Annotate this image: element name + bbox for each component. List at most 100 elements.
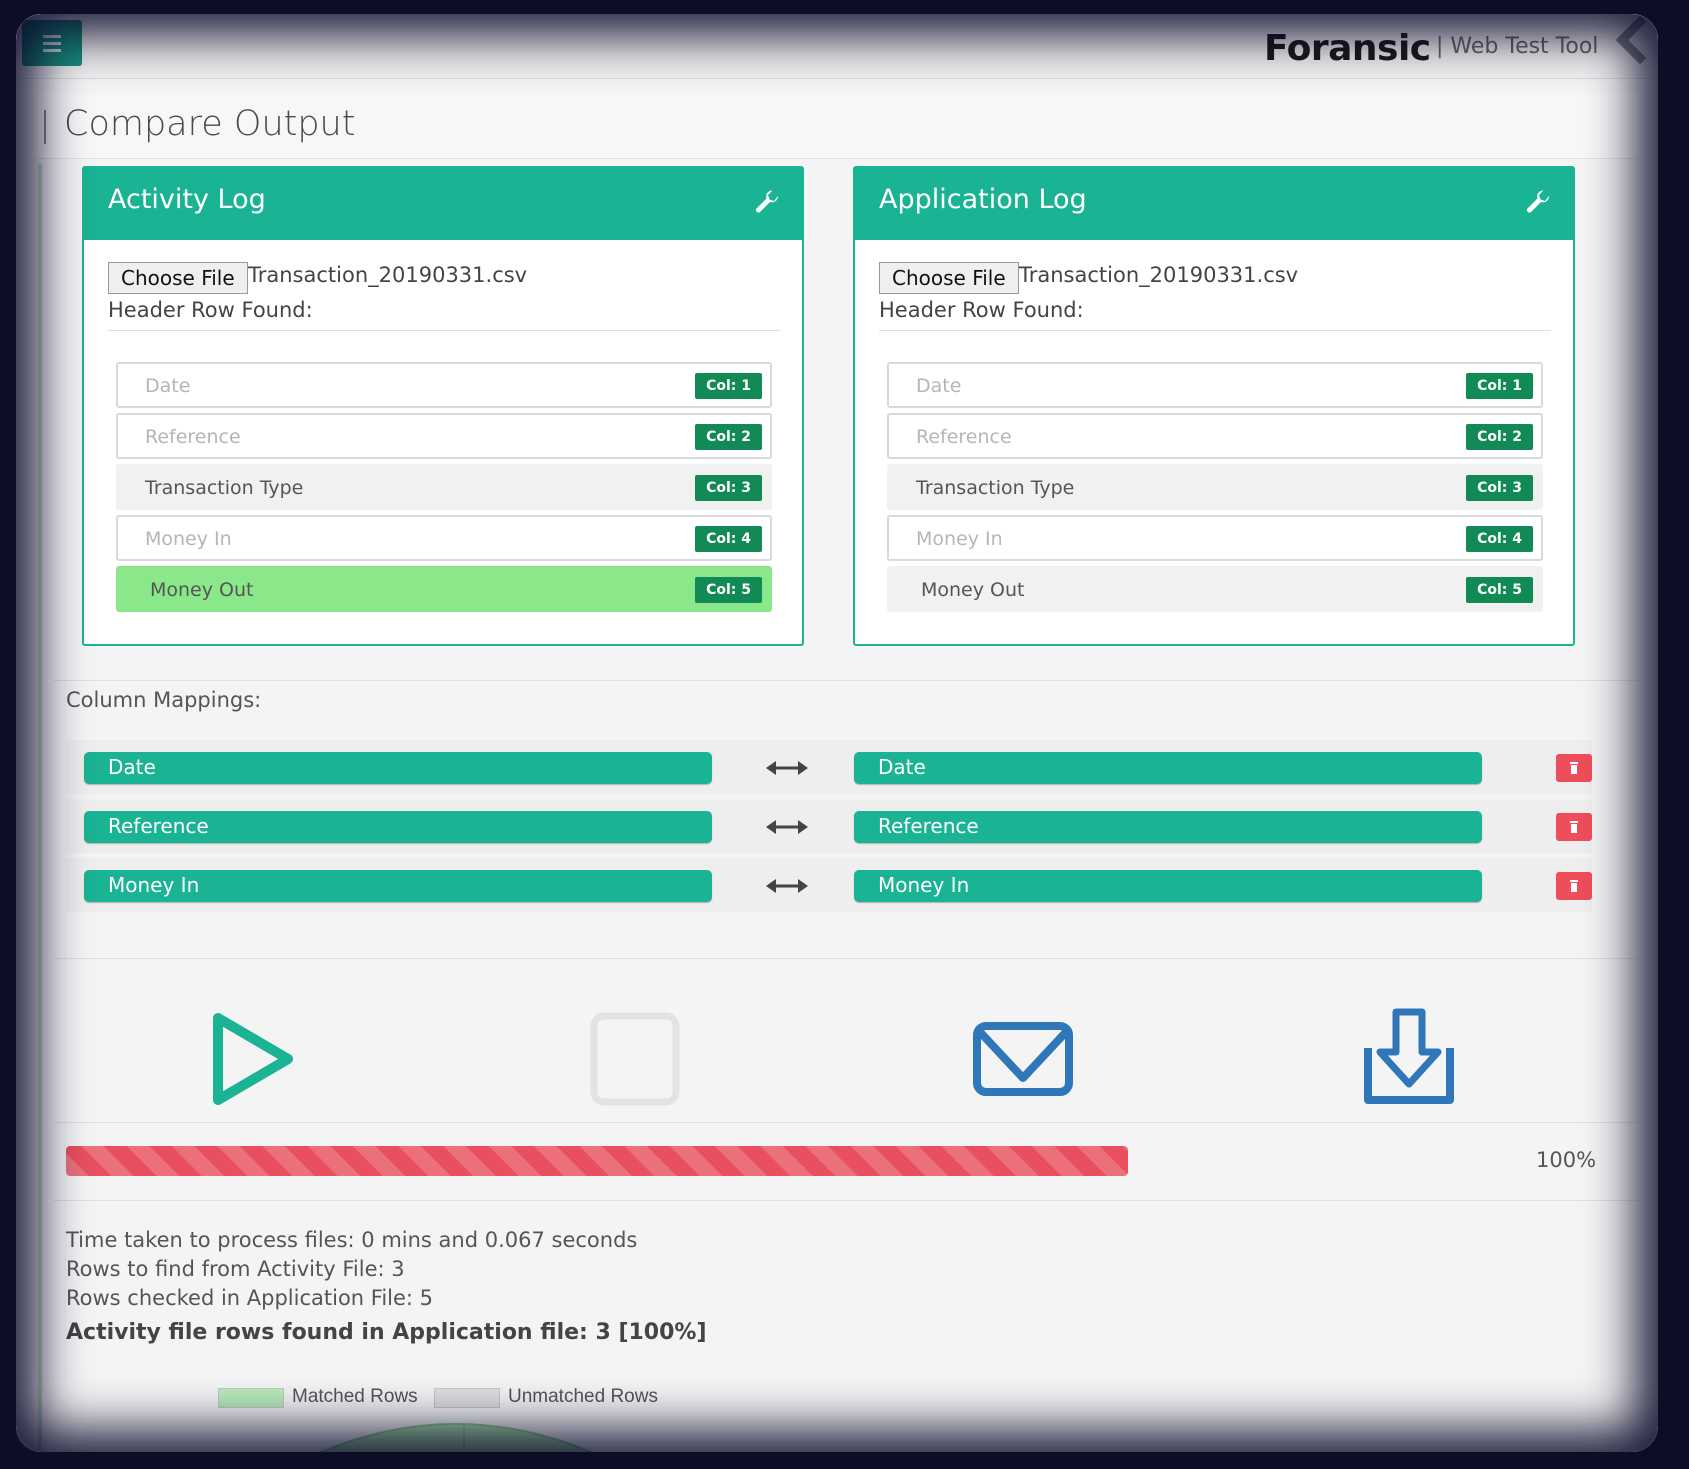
double-arrow-icon (766, 879, 808, 893)
mapping-right[interactable]: Money In (854, 870, 1482, 902)
column-badge: Col: 3 (1466, 475, 1533, 501)
column-label: Money Out (921, 579, 1025, 601)
column-list: Date Col: 1 Reference Col: 2 Transaction… (116, 362, 772, 617)
column-mappings-label: Column Mappings: (66, 688, 262, 712)
rows-checked-text: Rows checked in Application File: 5 (66, 1286, 434, 1310)
header-row-label: Header Row Found: (108, 298, 313, 322)
column-item-money-out[interactable]: Money Out Col: 5 (116, 566, 772, 612)
divider (54, 680, 1638, 681)
wrench-icon[interactable] (754, 190, 780, 216)
mapping-right-label: Reference (878, 814, 979, 838)
wrench-icon[interactable] (1525, 190, 1551, 216)
time-taken-text: Time taken to process files: 0 mins and … (66, 1228, 638, 1252)
column-badge: Col: 4 (695, 526, 762, 552)
hamburger-icon-line (43, 49, 61, 52)
hamburger-icon-line (43, 42, 61, 45)
delete-mapping-button[interactable] (1556, 754, 1592, 782)
rows-to-find-text: Rows to find from Activity File: 3 (66, 1257, 405, 1281)
legend-swatch (218, 1388, 284, 1408)
double-arrow-icon (766, 761, 808, 775)
column-item-date[interactable]: Date Col: 1 (887, 362, 1543, 408)
mapping-row: Reference Reference (66, 799, 1592, 853)
column-badge: Col: 1 (1466, 373, 1533, 399)
mapping-right[interactable]: Reference (854, 811, 1482, 843)
progress-bar (66, 1146, 1642, 1176)
download-icon[interactable] (1354, 1004, 1464, 1114)
column-label: Money Out (150, 579, 254, 601)
column-label: Date (916, 375, 962, 397)
delete-mapping-button[interactable] (1556, 872, 1592, 900)
header-row-label: Header Row Found: (879, 298, 1084, 322)
stop-icon[interactable] (580, 1004, 690, 1114)
tool-label: | Web Test Tool (1436, 34, 1599, 59)
trash-icon (1570, 821, 1578, 833)
mapping-left[interactable]: Date (84, 752, 712, 784)
title-divider (44, 110, 46, 144)
column-label: Date (145, 375, 191, 397)
mapping-right[interactable]: Date (854, 752, 1482, 784)
chevron-left-icon[interactable] (1612, 16, 1652, 72)
double-arrow-icon (766, 820, 808, 834)
play-icon[interactable] (196, 1004, 306, 1114)
trash-icon (1570, 880, 1578, 892)
choose-file-button[interactable]: Choose File (108, 262, 248, 294)
legend-label: Matched Rows (292, 1386, 418, 1407)
page-header: Compare Output (34, 94, 1638, 159)
column-badge: Col: 2 (1466, 424, 1533, 450)
column-label: Transaction Type (145, 477, 304, 499)
column-badge: Col: 5 (695, 577, 762, 603)
trash-icon (1570, 762, 1578, 774)
mapping-row: Date Date (66, 740, 1592, 794)
rows-found-summary: Activity file rows found in Application … (66, 1320, 707, 1345)
column-badge: Col: 3 (695, 475, 762, 501)
mapping-right-label: Date (878, 755, 926, 779)
mapping-left[interactable]: Reference (84, 811, 712, 843)
divider (108, 330, 780, 331)
progress-fill (66, 1146, 1128, 1176)
column-badge: Col: 1 (695, 373, 762, 399)
divider (54, 1122, 1638, 1123)
column-item-transaction-type[interactable]: Transaction Type Col: 3 (116, 464, 772, 510)
mapping-left[interactable]: Money In (84, 870, 712, 902)
results-pie-chart (319, 1423, 593, 1452)
column-item-money-out[interactable]: Money Out Col: 5 (887, 566, 1543, 612)
brand-logo: Foransic (1264, 28, 1431, 69)
hamburger-icon (43, 35, 61, 38)
legend-label: Unmatched Rows (508, 1386, 658, 1407)
column-label: Money In (145, 528, 232, 550)
panel-header: Activity Log (84, 168, 802, 240)
progress-percent: 100% (1536, 1148, 1597, 1172)
column-item-reference[interactable]: Reference Col: 2 (887, 413, 1543, 459)
column-item-money-in[interactable]: Money In Col: 4 (116, 515, 772, 561)
column-item-date[interactable]: Date Col: 1 (116, 362, 772, 408)
mapping-left-label: Reference (108, 814, 209, 838)
column-label: Reference (145, 426, 241, 448)
mapping-left-label: Money In (108, 873, 200, 897)
panel-header: Application Log (855, 168, 1573, 240)
file-name: Transaction_20190331.csv (248, 263, 528, 287)
menu-button[interactable] (22, 20, 82, 66)
mapping-row: Money In Money In (66, 858, 1592, 912)
column-badge: Col: 2 (695, 424, 762, 450)
top-navbar: Foransic | Web Test Tool (16, 14, 1658, 79)
divider (54, 958, 1638, 959)
page-title: Compare Output (64, 104, 356, 144)
column-item-transaction-type[interactable]: Transaction Type Col: 3 (887, 464, 1543, 510)
column-list: Date Col: 1 Reference Col: 2 Transaction… (887, 362, 1543, 617)
column-item-reference[interactable]: Reference Col: 2 (116, 413, 772, 459)
mapping-right-label: Money In (878, 873, 970, 897)
email-icon[interactable] (968, 1004, 1078, 1114)
divider (879, 330, 1551, 331)
left-rail (38, 164, 42, 1452)
divider (54, 1200, 1638, 1201)
panel-title: Application Log (879, 184, 1087, 215)
activity-log-panel: Activity Log Choose File Transaction_201… (82, 166, 804, 646)
app-screen: Foransic | Web Test Tool Compare Output … (16, 14, 1658, 1452)
column-badge: Col: 4 (1466, 526, 1533, 552)
column-item-money-in[interactable]: Money In Col: 4 (887, 515, 1543, 561)
application-log-panel: Application Log Choose File Transaction_… (853, 166, 1575, 646)
column-label: Money In (916, 528, 1003, 550)
choose-file-button[interactable]: Choose File (879, 262, 1019, 294)
delete-mapping-button[interactable] (1556, 813, 1592, 841)
column-label: Reference (916, 426, 1012, 448)
